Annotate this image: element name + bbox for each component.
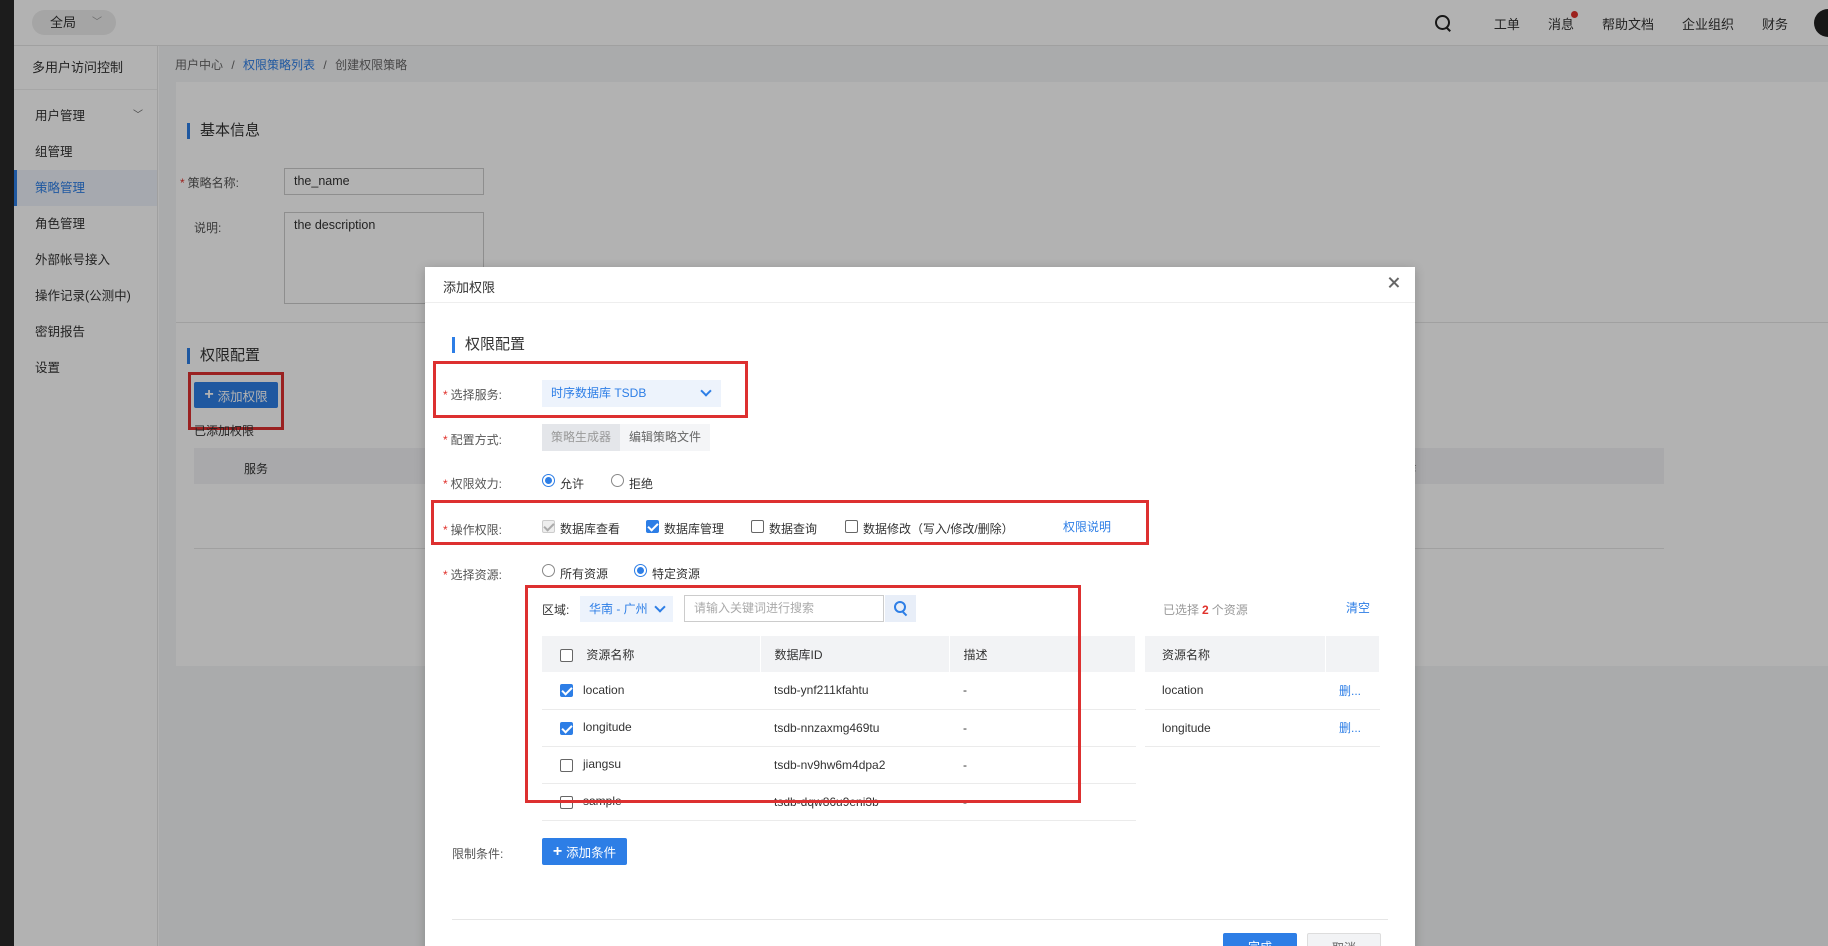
effect-deny-label: 拒绝 xyxy=(629,477,654,491)
confirm-button[interactable]: 完成 xyxy=(1223,933,1297,946)
config-policy-generator[interactable]: 策略生成器 xyxy=(542,424,621,451)
close-icon[interactable] xyxy=(1385,274,1403,292)
modal-section-title: 权限配置 xyxy=(452,337,525,353)
selected-count: 2 xyxy=(1202,603,1209,617)
modal-header: 添加权限 xyxy=(425,267,1415,303)
selected-row: location 删... xyxy=(1145,672,1380,710)
highlight-box xyxy=(525,585,1081,803)
delete-selected-link[interactable]: 删... xyxy=(1325,672,1380,710)
column-selected-name: 资源名称 xyxy=(1145,636,1326,672)
effect-allow-radio[interactable] xyxy=(542,474,555,487)
modal-title: 添加权限 xyxy=(443,280,496,295)
effect-label: * 权限效力: xyxy=(443,477,503,491)
delete-selected-link[interactable]: 删... xyxy=(1325,709,1380,747)
selected-count-text: 已选择 2 个资源 xyxy=(1163,603,1248,617)
config-edit-policy-file[interactable]: 编辑策略文件 xyxy=(620,424,711,451)
add-condition-button[interactable]: + 添加条件 xyxy=(542,838,627,865)
effect-deny-radio[interactable] xyxy=(611,474,624,487)
resource-all-radio[interactable] xyxy=(542,564,555,577)
add-permission-modal: 添加权限 权限配置 * 选择服务: 时序数据库 TSDB * 配置方式: 策略生成器… xyxy=(425,267,1415,946)
resource-label: * 选择资源: xyxy=(443,568,503,582)
selected-resources-table: 资源名称 location 删... longitude 删... xyxy=(1145,636,1380,747)
resource-all-label: 所有资源 xyxy=(560,567,609,581)
resource-specific-label: 特定资源 xyxy=(652,567,701,581)
selected-row: longitude 删... xyxy=(1145,709,1380,747)
plus-icon: + xyxy=(552,842,563,860)
add-condition-label: 添加条件 xyxy=(566,846,617,860)
config-mode-label: * 配置方式: xyxy=(443,433,503,447)
selected-row-name: longitude xyxy=(1145,709,1325,747)
modal-footer-divider xyxy=(452,919,1388,920)
column-selected-action xyxy=(1325,636,1380,672)
resource-specific-radio[interactable] xyxy=(634,564,647,577)
highlight-box xyxy=(431,500,1149,545)
effect-allow-label: 允许 xyxy=(560,477,585,491)
selected-table-header: 资源名称 xyxy=(1145,636,1380,672)
highlight-box xyxy=(433,361,748,418)
left-edge-strip xyxy=(0,0,14,946)
cancel-button[interactable]: 取消 xyxy=(1307,933,1381,946)
condition-label: 限制条件: xyxy=(452,847,504,861)
clear-selection-link[interactable]: 清空 xyxy=(1346,599,1370,616)
selected-row-name: location xyxy=(1145,672,1325,710)
